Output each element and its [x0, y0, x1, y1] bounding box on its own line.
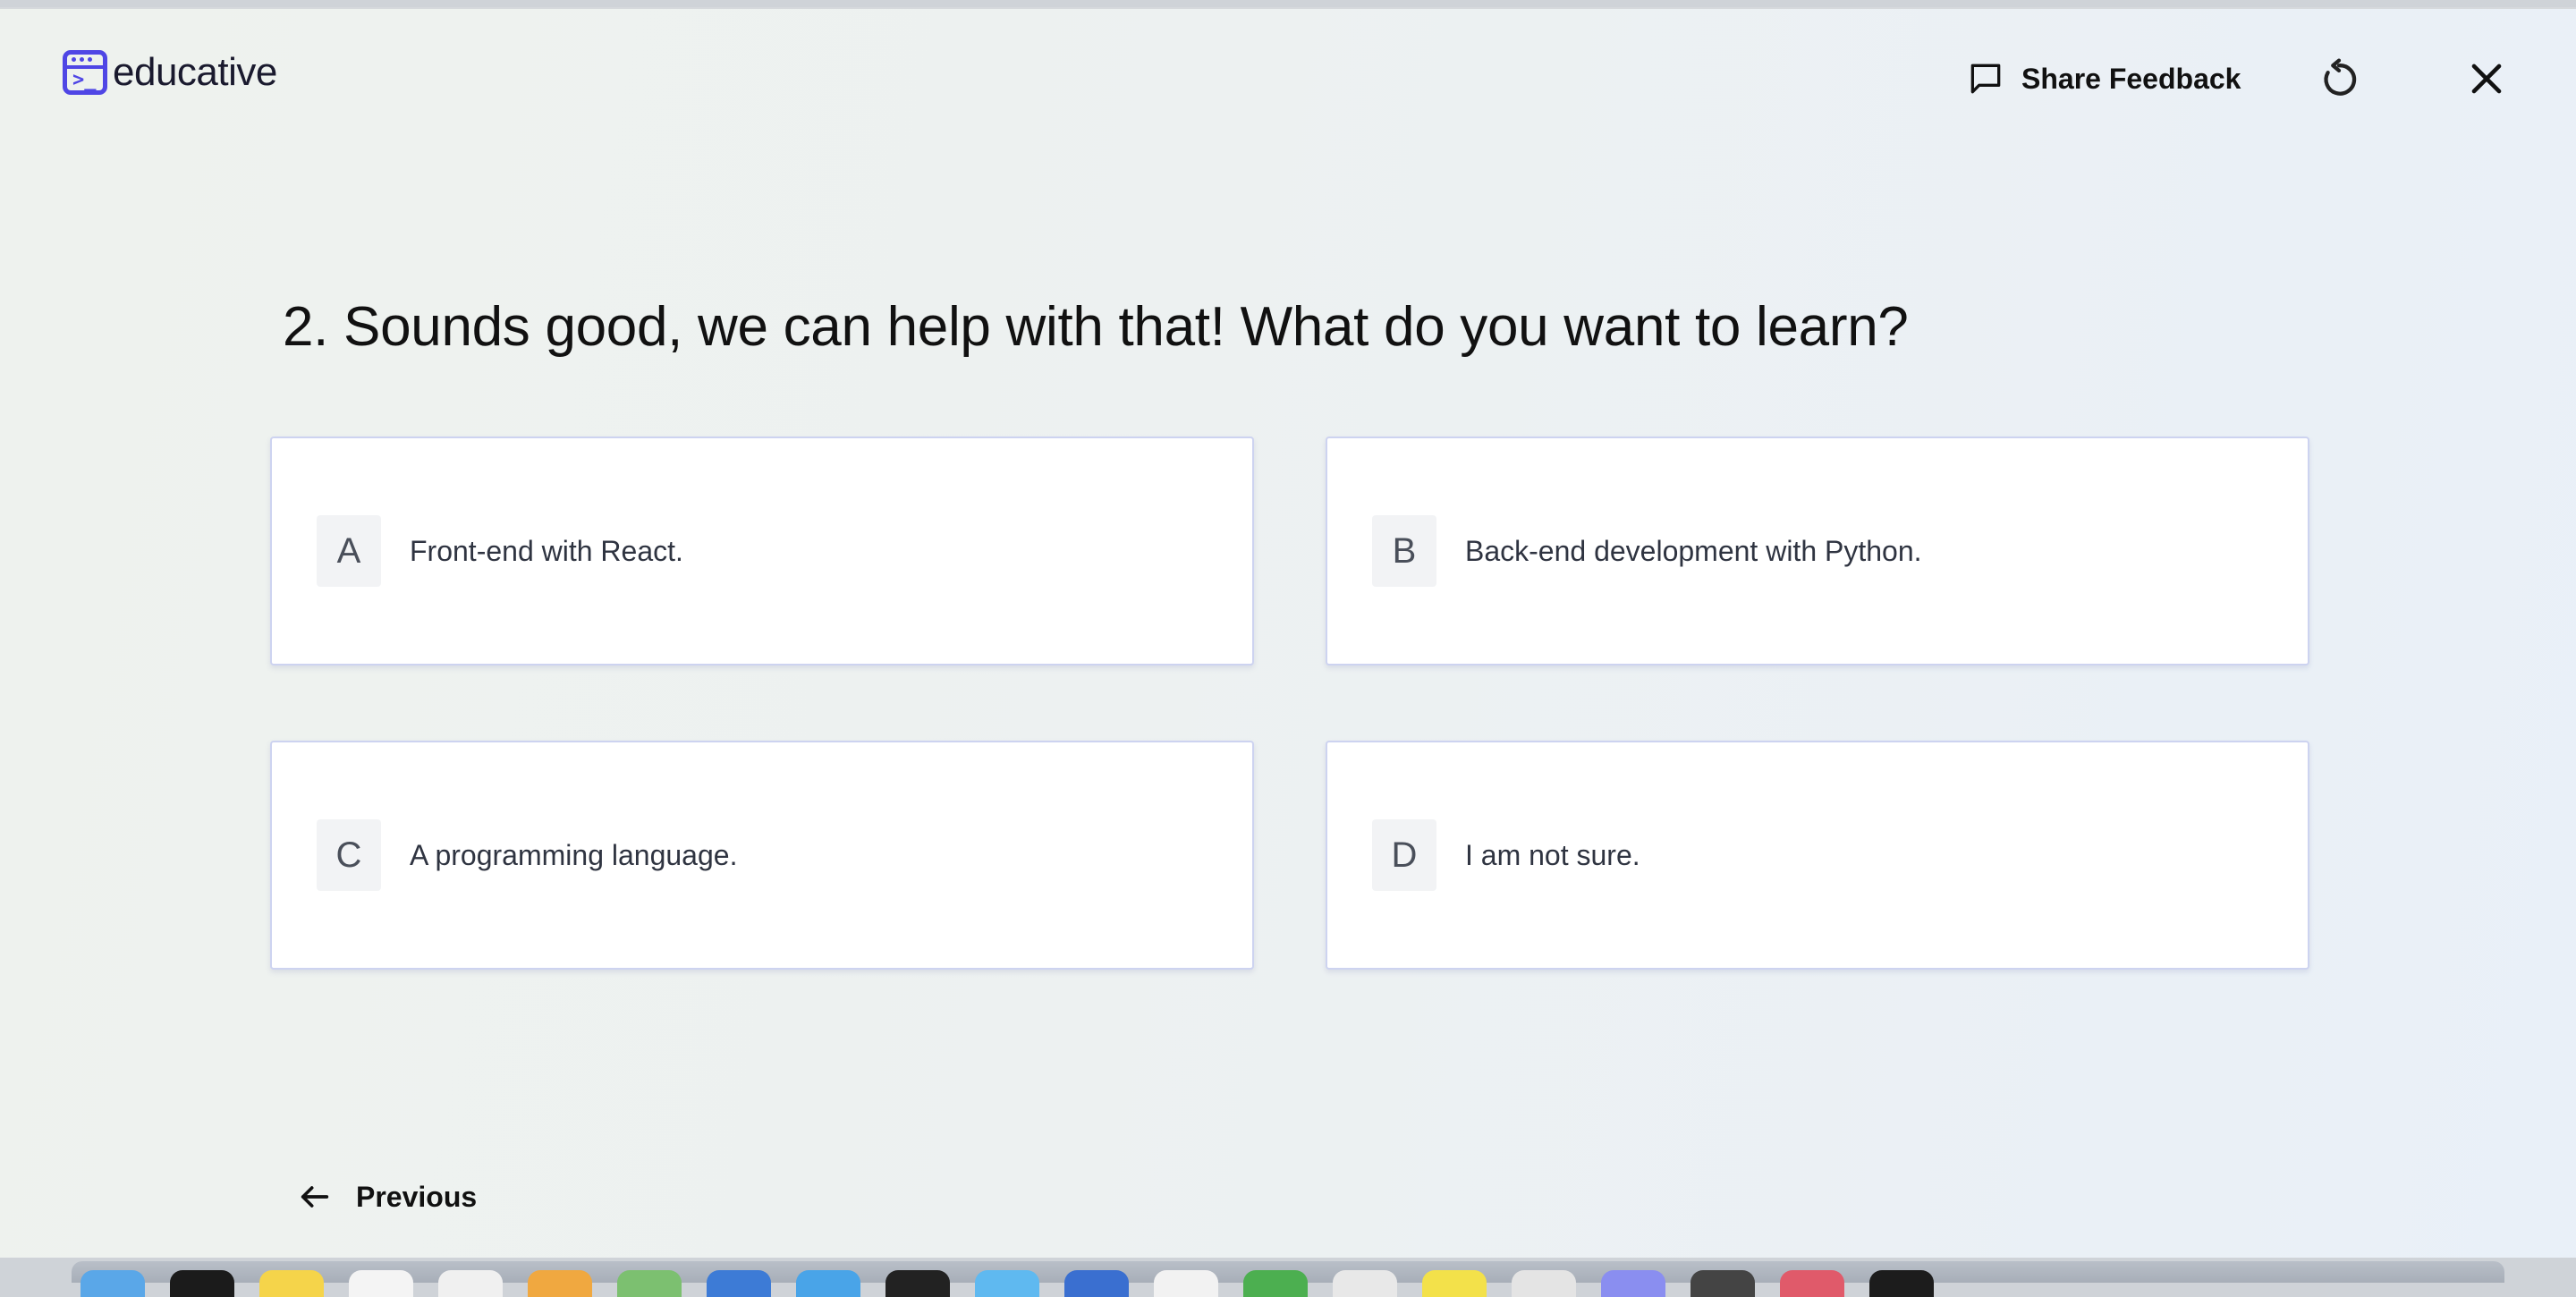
- dock-app-icon[interactable]: [349, 1270, 413, 1297]
- close-icon[interactable]: [2462, 54, 2512, 104]
- logo-text: educative: [113, 50, 277, 94]
- dock-app-icon[interactable]: [259, 1270, 324, 1297]
- dock-app-icon[interactable]: [438, 1270, 503, 1297]
- option-text: Front-end with React.: [410, 534, 683, 567]
- dock-app-icon[interactable]: [80, 1270, 145, 1297]
- previous-button[interactable]: Previous: [297, 1179, 477, 1215]
- restart-icon[interactable]: [2315, 55, 2363, 104]
- dock-app-icon[interactable]: [170, 1270, 234, 1297]
- dock-app-icon[interactable]: [1601, 1270, 1665, 1297]
- option-letter: D: [1372, 819, 1436, 891]
- dock-app-icon[interactable]: [1780, 1270, 1844, 1297]
- option-letter: B: [1372, 515, 1436, 587]
- previous-label: Previous: [356, 1180, 478, 1213]
- dock-app-icon[interactable]: [528, 1270, 592, 1297]
- option-text: I am not sure.: [1465, 838, 1640, 871]
- dock-app-icon[interactable]: [796, 1270, 860, 1297]
- dock-icons: [80, 1270, 1934, 1297]
- logo-icon: >_: [63, 50, 107, 95]
- option-letter: A: [317, 515, 381, 587]
- dock-app-icon[interactable]: [707, 1270, 771, 1297]
- dock-app-icon[interactable]: [1690, 1270, 1755, 1297]
- dock-app-icon[interactable]: [617, 1270, 682, 1297]
- dock-app-icon[interactable]: [1422, 1270, 1487, 1297]
- dock-app-icon[interactable]: [1064, 1270, 1129, 1297]
- educative-logo[interactable]: >_ educative: [63, 50, 277, 95]
- quiz-window: >_ educative Share Feedback 2. Sounds go…: [0, 7, 2576, 1258]
- dock-app-icon[interactable]: [1154, 1270, 1218, 1297]
- option-b[interactable]: B Back-end development with Python.: [1326, 437, 2309, 665]
- option-text: A programming language.: [410, 838, 738, 871]
- dock-app-icon[interactable]: [1512, 1270, 1576, 1297]
- option-a[interactable]: A Front-end with React.: [270, 437, 1254, 665]
- dock-app-icon[interactable]: [886, 1270, 950, 1297]
- share-feedback-button[interactable]: Share Feedback: [1966, 59, 2241, 98]
- dock-app-icon[interactable]: [975, 1270, 1039, 1297]
- dock-app-icon[interactable]: [1333, 1270, 1397, 1297]
- share-feedback-label: Share Feedback: [2021, 62, 2241, 95]
- question-title: 2. Sounds good, we can help with that! W…: [283, 296, 1909, 358]
- dock-app-icon[interactable]: [1869, 1270, 1934, 1297]
- chat-bubble-icon: [1970, 64, 2001, 94]
- option-c[interactable]: C A programming language.: [270, 741, 1254, 970]
- arrow-left-icon: [301, 1186, 329, 1208]
- option-d[interactable]: D I am not sure.: [1326, 741, 2309, 970]
- option-letter: C: [317, 819, 381, 891]
- option-text: Back-end development with Python.: [1465, 534, 1922, 567]
- dock-app-icon[interactable]: [1243, 1270, 1308, 1297]
